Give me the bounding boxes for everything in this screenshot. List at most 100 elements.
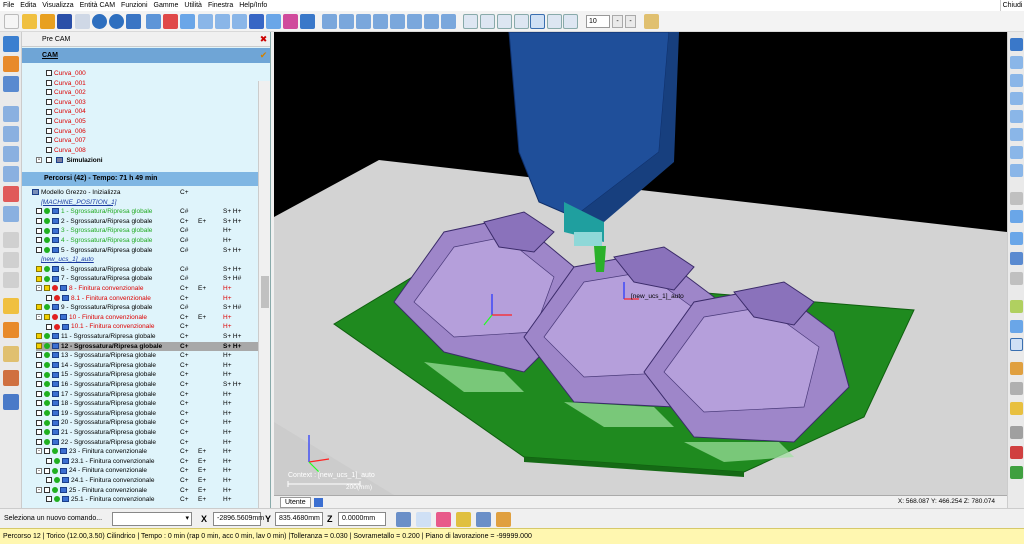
menu-entita-cam[interactable]: Entità CAM [77,0,118,11]
checkbox[interactable] [36,362,42,369]
rotate-icon[interactable] [547,14,562,29]
cam-wizard-icon[interactable] [3,36,19,52]
checkbox[interactable] [44,448,50,455]
checkbox[interactable] [46,99,52,106]
zoom-in-icon[interactable] [514,14,529,29]
checkbox[interactable] [36,246,42,253]
cube-view-8-icon[interactable] [441,14,456,29]
toolpath-row[interactable]: 9 - Sgrossatura/Ripresa globale C# S+ H# [36,303,258,313]
view-cube-top-icon[interactable] [1010,38,1023,51]
toolpath-row[interactable]: 11 - Sgrossatura/Ripresa globale C+ S+ H+ [36,332,258,342]
save-icon[interactable] [57,14,72,29]
checkbox[interactable] [45,157,52,164]
drill-icon[interactable] [3,186,19,202]
curve-item[interactable]: Curva_002 [46,88,270,98]
checkbox[interactable] [44,467,50,474]
menu-file[interactable]: File [0,0,17,11]
settings-tool-icon[interactable] [644,14,659,29]
view-cube-iso-icon[interactable] [1010,146,1023,159]
toolpath-row[interactable]: 17 - Sgrossatura/Ripresa globale C+ H+ [36,390,258,400]
curve-item[interactable]: Curva_001 [46,79,270,89]
checkbox[interactable] [36,352,42,359]
layer-icon[interactable] [1010,232,1023,245]
checkbox[interactable] [36,304,42,311]
toolpath-row[interactable]: 19 - Sgrossatura/Ripresa globale C+ H+ [36,409,258,419]
shaded-view-icon[interactable] [266,14,281,29]
checkbox[interactable] [44,285,50,292]
toolpath-row[interactable]: 13 - Sgrossatura/Ripresa globale C+ H+ [36,351,258,361]
checkbox[interactable] [36,390,42,397]
curve-item[interactable]: Curva_004 [46,107,270,117]
toolpath-row[interactable]: 5 - Sgrossatura/Ripresa globale C# S+ H+ [36,246,258,256]
view-cube-iso2-icon[interactable] [1010,164,1023,177]
snap-center-icon[interactable] [456,512,471,527]
measure-icon[interactable] [1010,192,1023,205]
machine-icon[interactable] [3,206,19,222]
view-cube-left-icon[interactable] [1010,92,1023,105]
percorsi-header[interactable]: Percorsi (42) - Tempo: 71 h 49 min [22,172,270,186]
postprocessor-icon[interactable] [3,298,19,314]
menu-utilita[interactable]: Utilità [181,0,205,11]
cube-view-4-icon[interactable] [373,14,388,29]
expand-toggle-icon[interactable]: - [36,448,42,455]
tab-utente[interactable]: Utente [280,497,311,508]
snap-end-icon[interactable] [476,512,491,527]
toolpath-row[interactable]: 23.1 - Finitura convenzionale C+ E+ H+ [46,457,258,467]
checkbox[interactable] [46,70,52,77]
open-recent-icon[interactable] [40,14,55,29]
menu-funzioni[interactable]: Funzioni [118,0,150,11]
toolpath-row[interactable]: 16 - Sgrossatura/Ripresa globale C+ S+ H+ [36,380,258,390]
view-top-icon[interactable] [198,14,213,29]
precam-header[interactable]: Pre CAM [22,32,270,47]
checkbox[interactable] [36,208,42,215]
checkbox[interactable] [36,266,42,273]
checkbox[interactable] [36,333,42,340]
checkbox[interactable] [46,294,52,301]
checkbox[interactable] [36,419,42,426]
finishing-icon[interactable] [3,126,19,142]
checkbox[interactable] [36,429,42,436]
toolpath-row[interactable]: 20 - Sgrossatura/Ripresa globale C+ H+ [36,418,258,428]
zoom-icon[interactable] [463,14,478,29]
light-icon[interactable] [1010,362,1023,375]
green-arrow-icon[interactable] [1010,466,1023,479]
checkbox[interactable] [46,458,52,465]
zoom-step-down-button[interactable]: - [612,15,623,28]
toolpath-row[interactable]: 15 - Sgrossatura/Ripresa globale C+ H+ [36,370,258,380]
expand-toggle-icon[interactable]: - [36,314,42,321]
contour-icon[interactable] [3,166,19,182]
cube-view-1-icon[interactable] [322,14,337,29]
zoom-window-icon[interactable] [480,14,495,29]
hidden-line-icon[interactable] [1010,272,1023,285]
wireframe-icon[interactable] [1010,252,1023,265]
toolpath-row[interactable]: - 25 - Finitura convenzionale C+ E+ H+ [36,486,258,496]
pick-point-icon[interactable] [416,512,431,527]
dynamic-view-icon[interactable] [563,14,578,29]
report-icon[interactable] [3,370,19,386]
checkbox[interactable] [36,342,42,349]
toolpath-row[interactable]: 22 - Sgrossatura/Ripresa globale C+ H+ [36,438,258,448]
chiudi-button[interactable]: Chiudi [1000,0,1024,11]
checkbox[interactable] [36,381,42,388]
checkbox[interactable] [46,137,52,144]
select-filter-icon[interactable] [1010,300,1023,313]
checkbox[interactable] [36,237,42,244]
curve-item[interactable]: Curva_007 [46,136,270,146]
curve-item[interactable]: Curva_006 [46,127,270,137]
zoom-step-up-button[interactable]: - [625,15,636,28]
checkbox[interactable] [46,79,52,86]
view-right-icon[interactable] [232,14,247,29]
roughing-icon[interactable] [3,106,19,122]
feature-icon[interactable] [3,56,19,72]
chevron-down-icon[interactable]: ▾ [185,513,189,525]
sequence-icon[interactable] [3,322,19,338]
cube-view-3-icon[interactable] [356,14,371,29]
menu-edita[interactable]: Edita [17,0,39,11]
curve-item[interactable]: Curva_008 [46,146,270,156]
zoom-step-select[interactable]: 10 [586,15,610,28]
menu-visualizza[interactable]: Visualizza [39,0,76,11]
open-folder-icon[interactable] [22,14,37,29]
toolpath-row[interactable]: 6 - Sgrossatura/Ripresa globale C# S+ H+ [36,265,258,275]
checkbox[interactable] [44,486,50,493]
tree-scrollbar[interactable] [258,81,270,508]
